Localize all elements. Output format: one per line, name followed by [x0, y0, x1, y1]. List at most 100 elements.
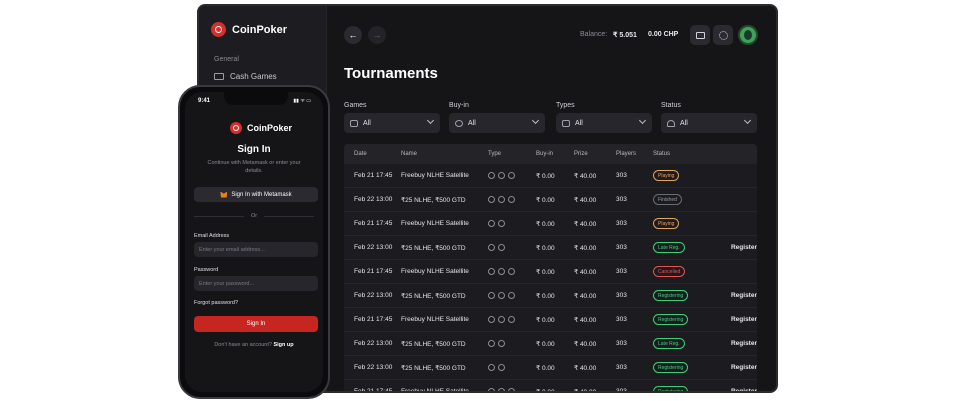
table-row[interactable]: Feb 22 13:00 ₹25 NLHE, ₹500 GTD ₹ 0.00 ₹ 40… — [344, 284, 757, 308]
settings-button[interactable] — [713, 25, 733, 45]
table-row[interactable]: Feb 22 13:00 ₹25 NLHE, ₹500 GTD ₹ 0.00 ₹ 40… — [344, 188, 757, 212]
table-row[interactable]: Feb 22 13:00 ₹25 NLHE, ₹500 GTD ₹ 0.00 ₹ 40… — [344, 332, 757, 356]
cell-players: 303 — [616, 196, 627, 203]
sidebar-item-label: Cash Games — [230, 72, 277, 81]
filter-status-select[interactable]: All — [661, 113, 757, 133]
email-field[interactable] — [194, 242, 318, 257]
signin-button[interactable]: Sign In — [194, 316, 318, 332]
cell-status: Registering — [653, 290, 709, 301]
forward-button[interactable]: → — [368, 26, 386, 44]
cell-name: ₹25 NLHE, ₹500 GTD — [401, 340, 466, 348]
cell-status: Playing — [653, 218, 709, 229]
cell-buyin: ₹ 0.00 — [536, 196, 555, 204]
register-button[interactable]: Register — [709, 388, 757, 391]
filter-types-select[interactable]: All — [556, 113, 652, 133]
phone-screen: 9:41 ▮▮ ᯤ ▭ CoinPoker Sign In Continue w… — [185, 92, 323, 392]
bell-icon — [667, 119, 675, 127]
filter-label: Games — [344, 102, 367, 109]
signin-title: Sign In — [237, 144, 271, 155]
table-row[interactable]: Feb 21 17:45 Freebuy NLHE Satellite ₹ 0.00… — [344, 164, 757, 188]
cell-date: Feb 22 13:00 — [354, 292, 393, 299]
column-header-buyin[interactable]: Buy-in — [536, 151, 574, 157]
column-header-prize[interactable]: Prize — [574, 151, 616, 157]
cell-status: Playing — [653, 170, 709, 181]
chp-balance-value: 0.00 CHP — [648, 31, 679, 38]
filter-games-select[interactable]: All — [344, 113, 440, 133]
cell-prize: ₹ 40.00 — [574, 340, 597, 348]
sidebar-item-cash-games[interactable]: Cash Games — [214, 72, 277, 81]
cell-prize: ₹ 40.00 — [574, 172, 597, 180]
column-header-players[interactable]: Players — [616, 151, 653, 157]
tournament-type-icon — [488, 244, 495, 251]
cash-games-icon — [214, 73, 224, 80]
register-button[interactable]: Register — [709, 316, 757, 323]
cell-date: Feb 21 17:45 — [354, 172, 393, 179]
tournament-type-icon — [488, 220, 495, 227]
column-header-date[interactable]: Date — [344, 151, 401, 157]
status-badge: Registering — [653, 290, 689, 301]
tournament-type-icon — [488, 388, 495, 391]
status-badge: Late Reg. — [653, 242, 685, 253]
back-button[interactable]: ← — [344, 26, 362, 44]
table-row[interactable]: Feb 22 13:00 ₹25 NLHE, ₹500 GTD ₹ 0.00 ₹ 40… — [344, 236, 757, 260]
tournament-type-icon — [488, 196, 495, 203]
filter-buyin: Buy-in All — [449, 102, 545, 133]
cell-buyin: ₹ 0.00 — [536, 316, 555, 324]
cell-prize: ₹ 40.00 — [574, 244, 597, 252]
cell-status: Late Reg. — [653, 338, 709, 349]
tournament-type-icon — [488, 364, 495, 371]
wallet-button[interactable] — [690, 25, 710, 45]
cell-name: Freebuy NLHE Satellite — [401, 388, 469, 393]
wallet-icon — [695, 31, 705, 39]
phone-brand-name: CoinPoker — [247, 123, 293, 133]
password-field[interactable] — [194, 276, 318, 291]
phone-frame: 9:41 ▮▮ ᯤ ▭ CoinPoker Sign In Continue w… — [178, 85, 330, 399]
password-label: Password — [194, 267, 219, 273]
cell-players: 303 — [616, 220, 627, 227]
filter-status: Status All — [661, 102, 757, 133]
cell-name: Freebuy NLHE Satellite — [401, 316, 469, 323]
table-row[interactable]: Feb 21 17:45 Freebuy NLHE Satellite ₹ 0.00… — [344, 308, 757, 332]
avatar[interactable] — [738, 25, 758, 45]
table-row[interactable]: Feb 21 17:45 Freebuy NLHE Satellite ₹ 0.00… — [344, 260, 757, 284]
register-button[interactable]: Register — [709, 244, 757, 251]
cell-type — [488, 244, 536, 251]
brand-name: CoinPoker — [232, 23, 288, 36]
tournament-type-icon — [498, 220, 505, 227]
page-title: Tournaments — [344, 65, 438, 82]
register-button[interactable]: Register — [709, 292, 757, 299]
brand-logo[interactable]: CoinPoker — [211, 22, 287, 37]
cell-type — [488, 388, 536, 391]
chevron-down-icon — [426, 116, 435, 125]
forgot-password-link[interactable]: Forgot password? — [194, 300, 238, 306]
column-header-status[interactable]: Status — [653, 151, 709, 157]
filter-buyin-select[interactable]: All — [449, 113, 545, 133]
signup-prompt: Don't have an account? Sign up — [185, 342, 323, 348]
tournament-type-icon — [498, 316, 505, 323]
types-icon — [562, 119, 570, 127]
cell-players: 303 — [616, 316, 627, 323]
column-header-type[interactable]: Type — [488, 151, 536, 157]
gear-icon — [718, 30, 728, 40]
tournament-type-icon — [498, 172, 505, 179]
status-badge: Registering — [653, 362, 689, 373]
table-row[interactable]: Feb 21 17:45 Freebuy NLHE Satellite ₹ 0.00… — [344, 212, 757, 236]
register-button[interactable]: Register — [709, 364, 757, 371]
signup-link[interactable]: Sign up — [273, 342, 293, 348]
table-row[interactable]: Feb 21 17:45 Freebuy NLHE Satellite ₹ 0.00… — [344, 380, 757, 393]
cell-date: Feb 21 17:45 — [354, 220, 393, 227]
register-button[interactable]: Register — [709, 340, 757, 347]
status-badge: Playing — [653, 218, 680, 229]
column-header-name[interactable]: Name — [401, 151, 488, 157]
cell-type — [488, 268, 536, 275]
tournament-type-icon — [508, 172, 515, 179]
cell-type — [488, 220, 536, 227]
cell-name: ₹25 NLHE, ₹500 GTD — [401, 364, 466, 372]
cell-players: 303 — [616, 268, 627, 275]
tournament-type-icon — [498, 292, 505, 299]
metamask-signin-button[interactable]: Sign In with Metamask — [194, 187, 318, 202]
tournament-type-icon — [498, 196, 505, 203]
table-row[interactable]: Feb 22 13:00 ₹25 NLHE, ₹500 GTD ₹ 0.00 ₹ 40… — [344, 356, 757, 380]
cell-status: Late Reg. — [653, 242, 709, 253]
tournament-type-icon — [508, 196, 515, 203]
